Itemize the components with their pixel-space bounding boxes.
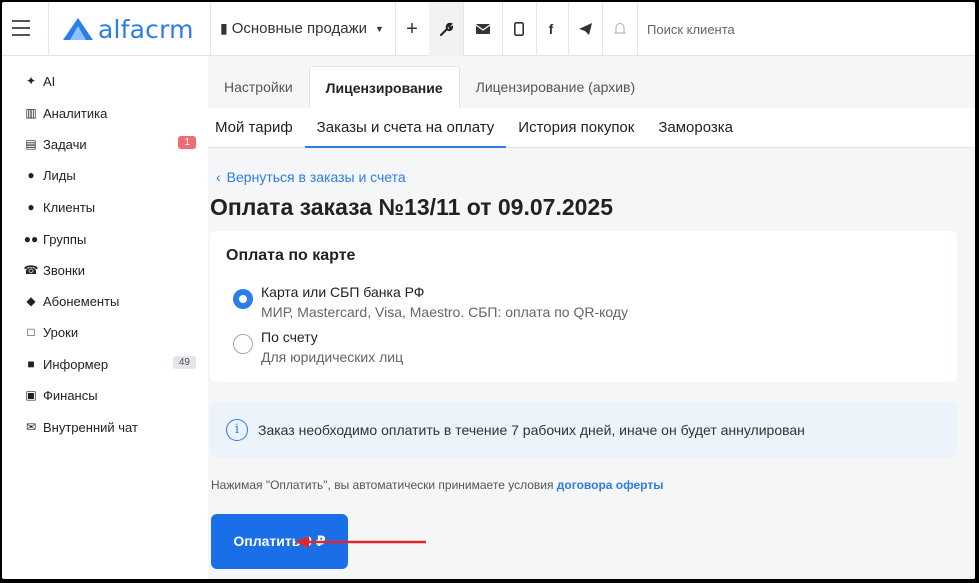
divider [463, 2, 464, 56]
tab-orders-invoices[interactable]: Заказы и счета на оплату [304, 108, 507, 148]
sidebar-item-label: Звонки [43, 262, 85, 278]
calendar-icon: □ [27, 325, 35, 339]
terms-prefix: Нажимая "Оплатить", вы автоматически при… [211, 478, 557, 492]
chevron-down-icon: ▼ [375, 23, 384, 34]
users-icon: ●● [23, 232, 39, 246]
sidebar-item-label: Абонементы [43, 293, 120, 309]
sidebar-item-groups[interactable]: ●● Группы [22, 228, 198, 250]
sidebar-item-label: Группы [43, 231, 87, 247]
payment-method-card: Оплата по карте Карта или СБП банка РФ М… [210, 231, 957, 382]
sub-tabs: Мой тариф Заказы и счета на оплату Истор… [208, 108, 745, 148]
info-icon: i [226, 419, 248, 441]
sidebar-item-label: Аналитика [43, 105, 108, 121]
page-title: Оплата заказа №13/11 от 09.07.2025 [210, 194, 614, 220]
offer-agreement-link[interactable]: договора оферты [557, 478, 664, 492]
tab-freeze[interactable]: Заморозка [646, 108, 745, 148]
wrench-icon[interactable] [429, 2, 463, 56]
tasks-count-badge: 1 [178, 136, 196, 149]
logo-text: alfacrm [98, 14, 194, 44]
main-content: Настройки Лицензирование Лицензирование … [208, 56, 975, 579]
tab-licensing-archive[interactable]: Лицензирование (архив) [460, 66, 652, 108]
logo-icon [63, 18, 93, 40]
sidebar-item-subscriptions[interactable]: ◆ Абонементы [22, 290, 198, 312]
user-plus-icon: ● [27, 168, 35, 182]
top-bar: alfacrm ▮ Основные продажи ▼ + f Поиск к… [2, 2, 975, 56]
sidebar: ✦ AI ▥ Аналитика ▤ Задачи 1 ● Лиды ● Кли… [2, 56, 208, 579]
sidebar-item-label: Финансы [43, 387, 98, 403]
map-icon: ▥ [25, 106, 37, 120]
facebook-icon[interactable]: f [534, 2, 568, 56]
mail-icon: ✉ [25, 420, 37, 434]
sidebar-item-calls[interactable]: ☎ Звонки [22, 259, 198, 281]
sidebar-item-leads[interactable]: ● Лиды [22, 164, 198, 186]
radio-card-sbp[interactable] [233, 289, 253, 309]
money-icon: ▣ [25, 388, 37, 402]
plus-icon[interactable]: + [395, 2, 429, 56]
menu-icon[interactable] [12, 20, 30, 36]
option-title: По счету [261, 329, 318, 345]
tab-my-plan[interactable]: Мой тариф [208, 108, 305, 148]
sidebar-item-label: Уроки [43, 324, 79, 340]
chevron-left-icon: ‹ [216, 169, 221, 185]
phone-icon: ☎ [23, 263, 39, 277]
sidebar-item-label: Клиенты [43, 199, 96, 215]
divider [637, 2, 638, 56]
option-subtitle: Для юридических лиц [261, 349, 404, 365]
card-title: Оплата по карте [226, 247, 356, 264]
sidebar-item-clients[interactable]: ● Клиенты [22, 196, 198, 218]
phone-icon[interactable] [502, 2, 536, 56]
sidebar-item-analytics[interactable]: ▥ Аналитика [22, 102, 198, 124]
clipboard-icon: ▤ [25, 137, 37, 151]
newspaper-icon: ■ [27, 357, 35, 371]
divider [210, 2, 211, 56]
sparkle-icon: ✦ [25, 74, 37, 88]
tab-purchase-history[interactable]: История покупок [506, 108, 646, 148]
sidebar-item-ai[interactable]: ✦ AI [22, 70, 198, 92]
sidebar-item-internal-chat[interactable]: ✉ Внутренний чат [22, 416, 198, 438]
branch-selector[interactable]: ▮ Основные продажи ▼ [220, 20, 384, 37]
option-subtitle: МИР, Mastercard, Visa, Maestro. СБП: опл… [261, 304, 629, 320]
bell-icon[interactable] [603, 2, 637, 56]
logo[interactable]: alfacrm [62, 14, 194, 44]
sidebar-item-finances[interactable]: ▣ Финансы [22, 384, 198, 406]
top-tabs: Настройки Лицензирование Лицензирование … [208, 66, 651, 108]
sidebar-item-label: Задачи [43, 136, 87, 152]
terms-text: Нажимая "Оплатить", вы автоматически при… [211, 478, 663, 492]
informer-count-badge: 49 [172, 356, 196, 369]
sidebar-item-lessons[interactable]: □ Уроки [22, 321, 198, 343]
option-title: Карта или СБП банка РФ [261, 284, 425, 300]
sidebar-item-label: Информер [43, 356, 109, 372]
divider [48, 2, 49, 56]
user-icon: ● [27, 200, 35, 214]
tab-licensing[interactable]: Лицензирование [308, 66, 460, 108]
app-window: alfacrm ▮ Основные продажи ▼ + f Поиск к… [2, 2, 975, 579]
branch-label: Основные продажи [231, 20, 368, 37]
back-link[interactable]: ‹ Вернуться в заказы и счета [216, 169, 406, 185]
tag-icon: ◆ [26, 294, 36, 308]
search-input[interactable]: Поиск клиента [647, 22, 735, 37]
info-notice: i Заказ необходимо оплатить в течение 7 … [210, 402, 957, 458]
building-icon: ▮ [220, 20, 228, 36]
tab-settings[interactable]: Настройки [208, 66, 309, 108]
sidebar-item-informer[interactable]: ■ Информер 49 [22, 353, 198, 375]
notice-text: Заказ необходимо оплатить в течение 7 ра… [258, 422, 805, 438]
sidebar-item-label: Внутренний чат [43, 419, 138, 435]
back-link-label: Вернуться в заказы и счета [226, 169, 406, 185]
annotation-arrow-icon [295, 536, 426, 548]
radio-invoice[interactable] [233, 334, 253, 354]
mail-icon[interactable] [466, 2, 500, 56]
sidebar-item-tasks[interactable]: ▤ Задачи 1 [22, 133, 198, 155]
telegram-icon[interactable] [568, 2, 602, 56]
sidebar-item-label: Лиды [43, 167, 76, 183]
sidebar-item-label: AI [43, 73, 56, 89]
